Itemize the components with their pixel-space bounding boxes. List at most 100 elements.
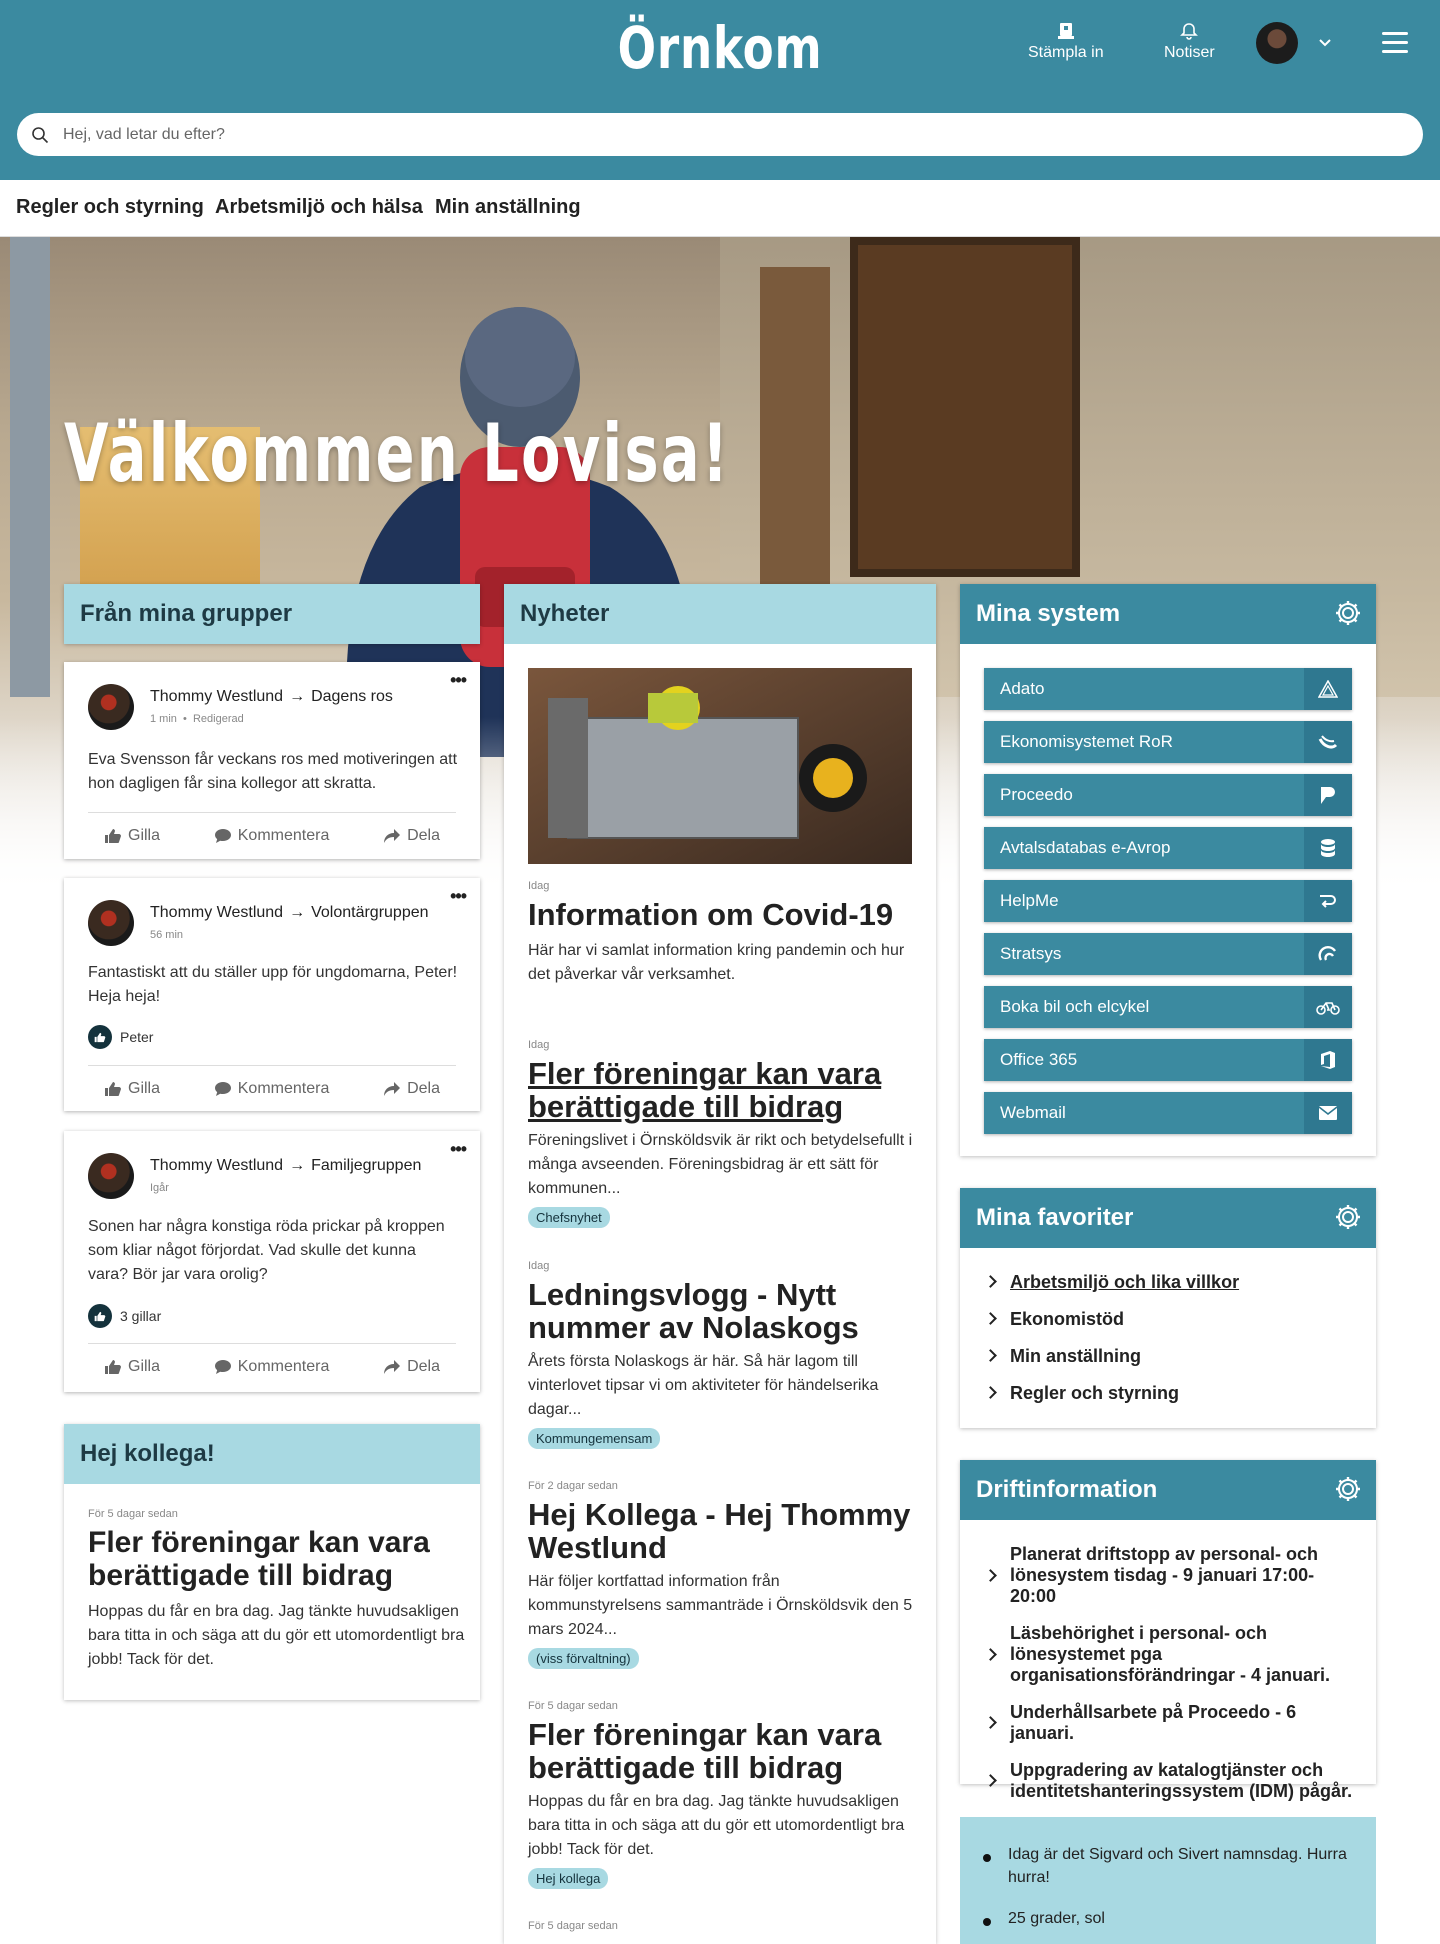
- post-time: 1 min: [150, 713, 177, 725]
- news-title-link[interactable]: Fler föreningar kan vara berättigade til…: [528, 1718, 913, 1784]
- gear-icon[interactable]: [1334, 599, 1362, 627]
- more-options-icon[interactable]: •••: [450, 670, 467, 691]
- comment-button[interactable]: Kommentera: [214, 1358, 329, 1376]
- nav-regler[interactable]: Regler och styrning: [16, 196, 204, 219]
- notiser-label: Notiser: [1164, 44, 1215, 61]
- system-link-webmail[interactable]: Webmail: [984, 1092, 1352, 1134]
- news-title-link[interactable]: Ledningsvlogg - Nytt nummer av Nolaskogs: [528, 1278, 913, 1344]
- news-excerpt: Årets första Nolaskogs är här. Så här la…: [528, 1353, 879, 1418]
- news-tag[interactable]: Kommungemensam: [528, 1428, 661, 1449]
- like-button[interactable]: Gilla: [104, 1358, 160, 1376]
- favorite-link[interactable]: Arbetsmiljö och lika villkor: [984, 1272, 1239, 1309]
- news-title-link[interactable]: Hej Kollega - Hej Thommy Westlund: [528, 1498, 913, 1564]
- post-text: Fantastiskt att du ställer upp för ungdo…: [88, 964, 458, 1005]
- notiser-button[interactable]: Notiser: [1164, 22, 1215, 62]
- system-link-boka-bil[interactable]: Boka bil och elcykel: [984, 986, 1352, 1028]
- system-link-ror[interactable]: Ekonomisystemet RoR: [984, 721, 1352, 763]
- post-group[interactable]: Volontärgruppen: [311, 904, 428, 921]
- hej-kollega-card: Hej kollega! För 5 dagar sedan Fler före…: [64, 1424, 480, 1700]
- stampla-label: Stämpla in: [1028, 44, 1104, 61]
- news-date: Idag: [528, 1260, 550, 1272]
- news-title-link[interactable]: Information om Covid-19: [528, 898, 913, 931]
- welcome-heading: Välkommen Lovisa!: [64, 407, 731, 500]
- stampla-in-button[interactable]: Stämpla in: [1028, 22, 1104, 62]
- share-button[interactable]: Dela: [383, 1080, 440, 1098]
- drift-label: Underhållsarbete på Proceedo - 6 januari…: [1010, 1702, 1297, 1743]
- post-author[interactable]: Thommy Westlund: [150, 904, 283, 921]
- post-likes[interactable]: 3 gillar: [88, 1304, 161, 1328]
- more-options-icon[interactable]: •••: [450, 1139, 467, 1160]
- nav-min-anstallning[interactable]: Min anställning: [435, 196, 581, 219]
- share-button[interactable]: Dela: [383, 1358, 440, 1376]
- news-tag[interactable]: (viss förvaltning): [528, 1648, 639, 1669]
- system-label: Avtalsdatabas e-Avrop: [1000, 838, 1171, 857]
- drift-item[interactable]: Läsbehörighet i personal- och lönesystem…: [984, 1623, 1354, 1686]
- chevron-down-icon[interactable]: [1314, 32, 1336, 54]
- arrow-right-icon: →: [289, 1157, 306, 1174]
- post-meta: Igår: [150, 1182, 169, 1194]
- news-tag[interactable]: Hej kollega: [528, 1868, 609, 1889]
- likes-label: 3 gillar: [120, 1308, 162, 1324]
- search-bar[interactable]: [17, 113, 1423, 156]
- nav-arbetsmiljo[interactable]: Arbetsmiljö och hälsa: [215, 196, 423, 219]
- comment-label: Kommentera: [237, 1079, 330, 1097]
- site-logo[interactable]: Örnkom: [158, 14, 1281, 82]
- post-meta: 56 min: [150, 929, 183, 941]
- system-label: Office 365: [1000, 1050, 1078, 1069]
- news-item[interactable]: Idag Ledningsvlogg - Nytt nummer av Nola…: [528, 1260, 913, 1449]
- news-excerpt: Här följer kortfattad information från k…: [528, 1573, 913, 1638]
- gear-icon[interactable]: [1334, 1203, 1362, 1231]
- post-author[interactable]: Thommy Westlund: [150, 688, 283, 705]
- comment-icon: [214, 1359, 231, 1374]
- system-link-office365[interactable]: Office 365: [984, 1039, 1352, 1081]
- system-link-proceedo[interactable]: Proceedo: [984, 774, 1352, 816]
- proceedo-icon: [1304, 774, 1352, 816]
- news-item[interactable]: För 5 dagar sedan Fler föreningar kan va…: [528, 1700, 913, 1889]
- comment-icon: [214, 1081, 231, 1096]
- post-author[interactable]: Thommy Westlund: [150, 1157, 283, 1174]
- comment-button[interactable]: Kommentera: [214, 1079, 330, 1098]
- post-time: Igår: [150, 1182, 169, 1194]
- hej-kollega-article[interactable]: För 5 dagar sedan Fler föreningar kan va…: [88, 1508, 470, 1672]
- user-avatar[interactable]: [1256, 22, 1298, 64]
- share-button[interactable]: Dela: [383, 827, 440, 845]
- like-button[interactable]: Gilla: [104, 1080, 160, 1098]
- search-input[interactable]: [63, 113, 1363, 156]
- favorite-link[interactable]: Ekonomistöd: [984, 1309, 1239, 1346]
- news-tag[interactable]: Chefsnyhet: [528, 1207, 610, 1228]
- system-label: Boka bil och elcykel: [1000, 997, 1150, 1016]
- news-item[interactable]: För 2 dagar sedan Hej Kollega - Hej Thom…: [528, 1480, 913, 1669]
- news-item[interactable]: För 5 dagar sedan: [528, 1920, 913, 1938]
- drift-item[interactable]: Underhållsarbete på Proceedo - 6 januari…: [984, 1702, 1354, 1744]
- favorite-link[interactable]: Min anställning: [984, 1346, 1239, 1383]
- drift-label: Uppgradering av katalogtjänster och iden…: [1010, 1760, 1353, 1801]
- system-link-stratsys[interactable]: Stratsys: [984, 933, 1352, 975]
- news-title-link[interactable]: Fler föreningar kan vara berättigade til…: [528, 1057, 913, 1123]
- system-link-helpme[interactable]: HelpMe: [984, 880, 1352, 922]
- favorite-link[interactable]: Regler och styrning: [984, 1383, 1239, 1420]
- hamburger-menu-icon[interactable]: [1380, 28, 1410, 58]
- thumbs-up-icon: [105, 1081, 121, 1096]
- system-label: Stratsys: [1000, 944, 1062, 963]
- more-options-icon[interactable]: •••: [450, 886, 467, 907]
- news-item[interactable]: Idag Information om Covid-19 Här har vi …: [528, 880, 913, 987]
- news-item[interactable]: Idag Fler föreningar kan vara berättigad…: [528, 1039, 913, 1228]
- system-link-avtalsdatabas[interactable]: Avtalsdatabas e-Avrop: [984, 827, 1352, 869]
- gear-icon[interactable]: [1334, 1475, 1362, 1503]
- article-title[interactable]: Fler föreningar kan vara berättigade til…: [88, 1526, 470, 1592]
- post-group[interactable]: Dagens ros: [311, 688, 393, 705]
- like-button[interactable]: Gilla: [104, 827, 160, 845]
- share-icon: [384, 1081, 401, 1096]
- post-group[interactable]: Familjegruppen: [311, 1157, 421, 1174]
- drift-item[interactable]: Uppgradering av katalogtjänster och iden…: [984, 1760, 1354, 1802]
- news-date: För 5 dagar sedan: [528, 1700, 618, 1712]
- comment-button[interactable]: Kommentera: [214, 827, 329, 845]
- news-image[interactable]: [528, 668, 912, 864]
- groups-title: Från mina grupper: [64, 584, 480, 644]
- post-likes[interactable]: Peter: [88, 1025, 153, 1049]
- group-post: Thommy Westlund → Dagens ros 1 min • Redig…: [64, 662, 480, 859]
- article-excerpt: Hoppas du får en bra dag. Jag tänkte huv…: [88, 1603, 465, 1668]
- likes-label: Peter: [120, 1029, 154, 1045]
- drift-item[interactable]: Planerat driftstopp av personal- och lön…: [984, 1544, 1354, 1607]
- system-link-adato[interactable]: Adato: [984, 668, 1352, 710]
